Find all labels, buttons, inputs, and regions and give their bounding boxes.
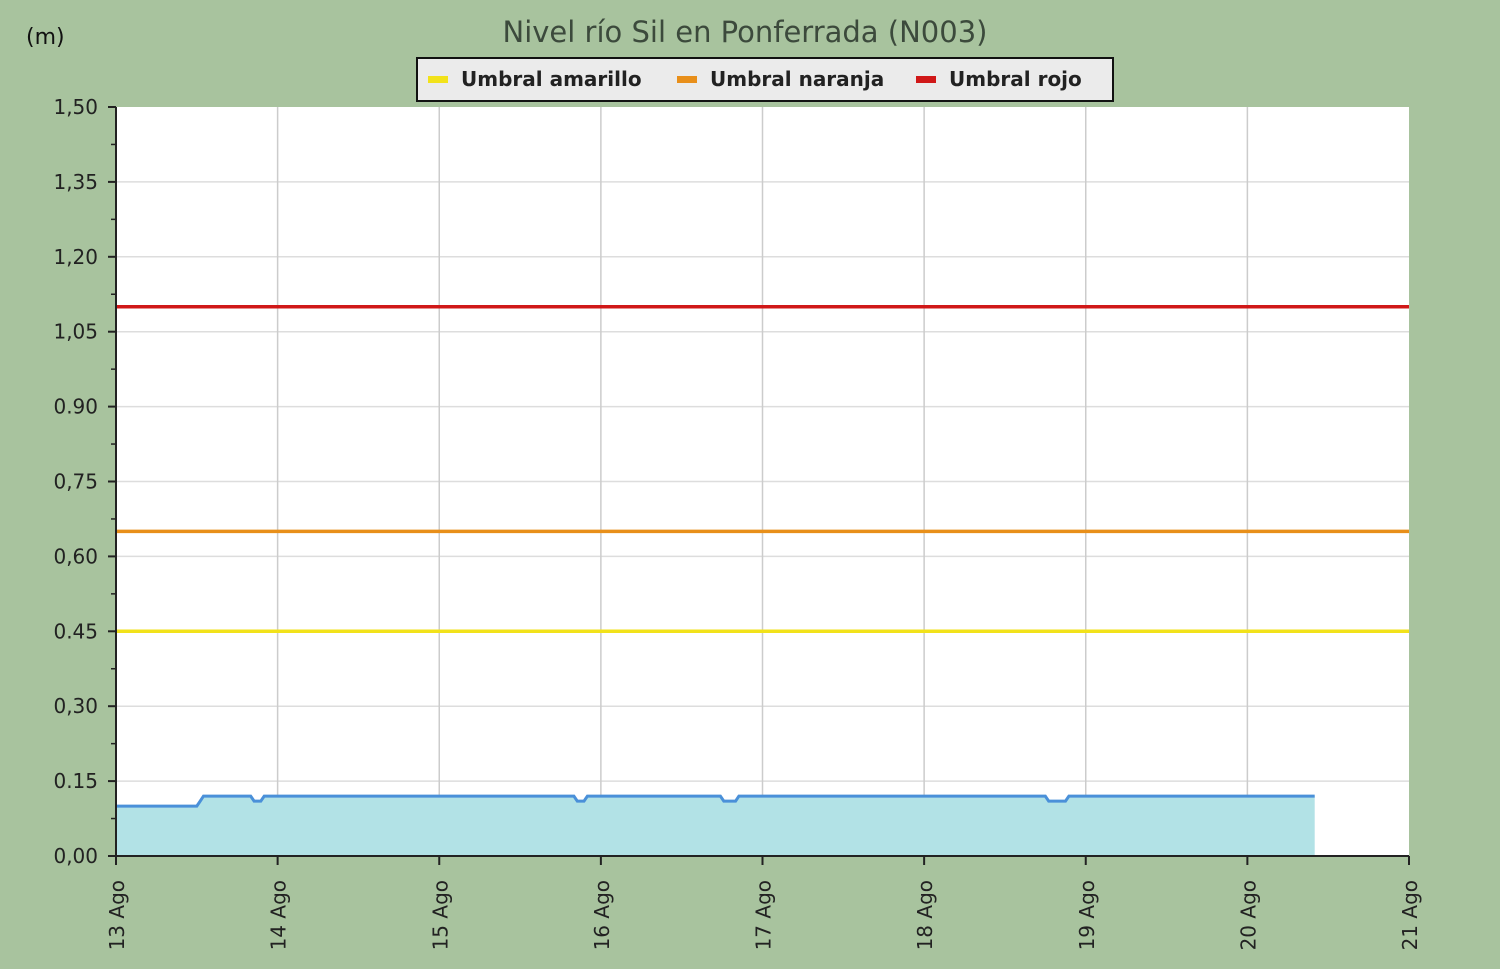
x-tick-label: 13 Ago — [105, 880, 129, 950]
legend-label: Umbral amarillo — [461, 67, 642, 91]
x-tick-label: 19 Ago — [1075, 880, 1099, 950]
legend-swatch — [428, 76, 448, 83]
y-tick-labels: 0,00 0.15 0,30 0.45 0,60 0,75 0.90 1,05 1,20 1,35… — [53, 95, 98, 868]
y-tick-label: 1,05 — [53, 320, 98, 344]
legend-swatch — [916, 76, 936, 83]
series-layer — [116, 794, 1315, 856]
y-tick-label: 1,20 — [53, 245, 98, 269]
y-tick-label: 1,35 — [53, 170, 98, 194]
x-tick-label: 21 Ago — [1398, 880, 1422, 950]
x-tick-label: 20 Ago — [1236, 880, 1260, 950]
legend-swatch — [677, 76, 697, 83]
chart: Nivel río Sil en Ponferrada (N003) (m) U… — [26, 15, 1422, 950]
y-tick-label: 0,60 — [53, 544, 98, 568]
y-tick-label: 0,00 — [53, 844, 98, 868]
legend-label: Umbral rojo — [949, 67, 1082, 91]
x-tick-label: 15 Ago — [428, 880, 452, 950]
y-tick-label: 0,75 — [53, 470, 98, 494]
y-tick-label: 0.45 — [53, 619, 98, 643]
x-tick-label: 18 Ago — [913, 880, 937, 950]
legend-label: Umbral naranja — [710, 67, 884, 91]
x-tick-label: 16 Ago — [590, 880, 614, 950]
legend: Umbral amarillo Umbral naranja Umbral rojo — [416, 57, 1114, 102]
x-tick-labels: 13 Ago 14 Ago 15 Ago 16 Ago 17 Ago 18 Ago 19 A… — [105, 880, 1422, 950]
x-tick-label: 17 Ago — [752, 880, 776, 950]
y-axis-unit: (m) — [26, 25, 65, 50]
y-tick-label: 0.15 — [53, 769, 98, 793]
y-tick-label: 1,50 — [53, 95, 98, 119]
level-area — [116, 796, 1315, 856]
y-tick-label: 0.90 — [53, 395, 98, 419]
x-tick-label: 14 Ago — [267, 880, 291, 950]
y-tick-label: 0,30 — [53, 694, 98, 718]
chart-title: Nivel río Sil en Ponferrada (N003) — [503, 15, 988, 49]
